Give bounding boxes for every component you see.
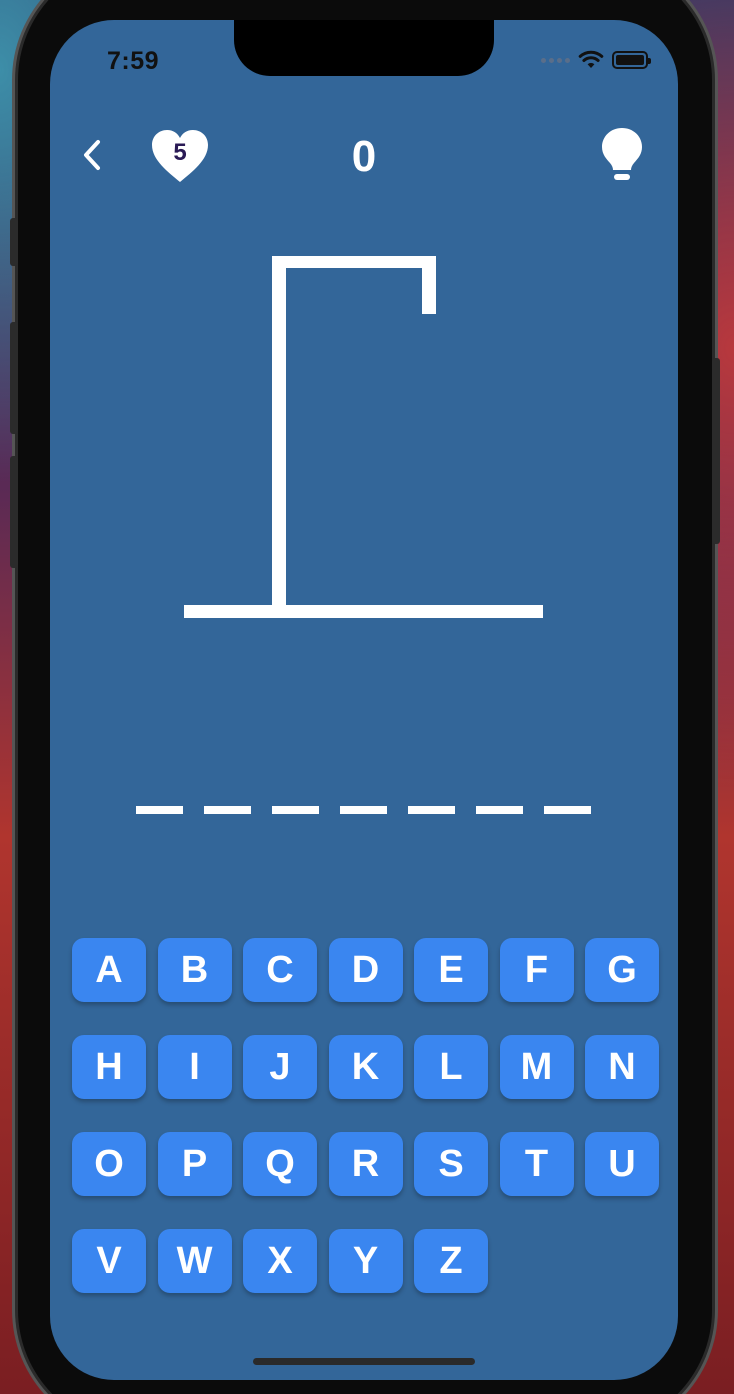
word-letter-slot <box>204 806 251 814</box>
key-j[interactable]: J <box>243 1035 317 1099</box>
word-letter-slot <box>544 806 591 814</box>
gallows-beam <box>272 256 436 268</box>
key-t[interactable]: T <box>499 1132 574 1196</box>
key-r[interactable]: R <box>328 1132 403 1196</box>
key-z[interactable]: Z <box>414 1229 488 1293</box>
key-f[interactable]: F <box>499 938 574 1002</box>
key-y[interactable]: Y <box>328 1229 403 1293</box>
key-c[interactable]: C <box>243 938 317 1002</box>
letter-keyboard: ABCDEFG HIJKLMN OPQRSTU VWXYZ <box>72 938 660 1293</box>
key-m[interactable]: M <box>499 1035 574 1099</box>
key-x[interactable]: X <box>243 1229 317 1293</box>
key-a[interactable]: A <box>72 938 146 1002</box>
key-u[interactable]: U <box>585 1132 659 1196</box>
app-screen: 7:59 5 0 ABCDEFGHIJKL M N O P Q R S T U … <box>50 20 678 1380</box>
hangman-gallows <box>184 256 543 618</box>
key-w[interactable]: W <box>157 1229 232 1293</box>
phone-side-button <box>10 218 18 266</box>
word-letter-slot <box>136 806 183 814</box>
phone-side-button <box>712 358 720 544</box>
phone-side-button <box>10 456 18 568</box>
gallows-base <box>184 605 543 618</box>
gallows-rope <box>422 256 436 314</box>
word-slots <box>136 806 591 814</box>
key-h[interactable]: H <box>72 1035 146 1099</box>
word-letter-slot <box>476 806 523 814</box>
key-e[interactable]: E <box>414 938 488 1002</box>
phone-side-button <box>10 322 18 434</box>
key-q[interactable]: Q <box>243 1132 317 1196</box>
key-d[interactable]: D <box>328 938 403 1002</box>
key-k[interactable]: K <box>328 1035 403 1099</box>
key-s[interactable]: S <box>414 1132 488 1196</box>
word-letter-slot <box>408 806 455 814</box>
word-letter-slot <box>340 806 387 814</box>
key-n[interactable]: N <box>585 1035 659 1099</box>
key-v[interactable]: V <box>72 1229 146 1293</box>
home-indicator[interactable] <box>253 1358 475 1365</box>
key-p[interactable]: P <box>157 1132 232 1196</box>
key-l[interactable]: L <box>414 1035 488 1099</box>
key-o[interactable]: O <box>72 1132 146 1196</box>
key-b[interactable]: B <box>157 938 232 1002</box>
key-g[interactable]: G <box>585 938 659 1002</box>
word-letter-slot <box>272 806 319 814</box>
key-i[interactable]: I <box>157 1035 232 1099</box>
gallows-post <box>272 256 286 618</box>
